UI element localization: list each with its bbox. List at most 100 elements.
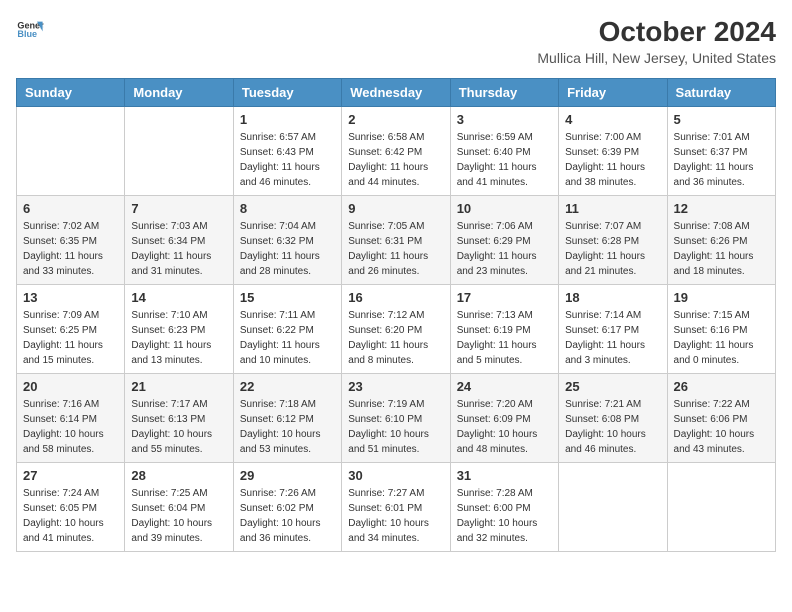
col-sunday: Sunday bbox=[17, 79, 125, 107]
day-number: 16 bbox=[348, 290, 443, 305]
day-info: Sunrise: 7:09 AMSunset: 6:25 PMDaylight:… bbox=[23, 308, 118, 368]
day-number: 5 bbox=[674, 112, 769, 127]
table-row: 24 Sunrise: 7:20 AMSunset: 6:09 PMDaylig… bbox=[450, 374, 558, 463]
day-info: Sunrise: 7:26 AMSunset: 6:02 PMDaylight:… bbox=[240, 486, 335, 546]
title-section: October 2024 Mullica Hill, New Jersey, U… bbox=[537, 16, 776, 66]
table-row: 11 Sunrise: 7:07 AMSunset: 6:28 PMDaylig… bbox=[559, 196, 667, 285]
day-number: 31 bbox=[457, 468, 552, 483]
table-row: 18 Sunrise: 7:14 AMSunset: 6:17 PMDaylig… bbox=[559, 285, 667, 374]
calendar-week-row: 20 Sunrise: 7:16 AMSunset: 6:14 PMDaylig… bbox=[17, 374, 776, 463]
day-number: 2 bbox=[348, 112, 443, 127]
day-info: Sunrise: 6:58 AMSunset: 6:42 PMDaylight:… bbox=[348, 130, 443, 190]
col-friday: Friday bbox=[559, 79, 667, 107]
day-info: Sunrise: 7:04 AMSunset: 6:32 PMDaylight:… bbox=[240, 219, 335, 279]
location: Mullica Hill, New Jersey, United States bbox=[537, 50, 776, 66]
day-info: Sunrise: 7:22 AMSunset: 6:06 PMDaylight:… bbox=[674, 397, 769, 457]
month-title: October 2024 bbox=[537, 16, 776, 48]
day-number: 21 bbox=[131, 379, 226, 394]
table-row: 15 Sunrise: 7:11 AMSunset: 6:22 PMDaylig… bbox=[233, 285, 341, 374]
table-row: 16 Sunrise: 7:12 AMSunset: 6:20 PMDaylig… bbox=[342, 285, 450, 374]
table-row: 29 Sunrise: 7:26 AMSunset: 6:02 PMDaylig… bbox=[233, 463, 341, 552]
table-row: 17 Sunrise: 7:13 AMSunset: 6:19 PMDaylig… bbox=[450, 285, 558, 374]
day-number: 17 bbox=[457, 290, 552, 305]
table-row: 25 Sunrise: 7:21 AMSunset: 6:08 PMDaylig… bbox=[559, 374, 667, 463]
day-number: 18 bbox=[565, 290, 660, 305]
svg-text:Blue: Blue bbox=[17, 29, 37, 39]
table-row: 8 Sunrise: 7:04 AMSunset: 6:32 PMDayligh… bbox=[233, 196, 341, 285]
col-saturday: Saturday bbox=[667, 79, 775, 107]
table-row: 21 Sunrise: 7:17 AMSunset: 6:13 PMDaylig… bbox=[125, 374, 233, 463]
table-row bbox=[17, 107, 125, 196]
day-info: Sunrise: 7:18 AMSunset: 6:12 PMDaylight:… bbox=[240, 397, 335, 457]
page-header: General Blue October 2024 Mullica Hill, … bbox=[16, 16, 776, 66]
day-number: 1 bbox=[240, 112, 335, 127]
calendar-week-row: 1 Sunrise: 6:57 AMSunset: 6:43 PMDayligh… bbox=[17, 107, 776, 196]
table-row: 4 Sunrise: 7:00 AMSunset: 6:39 PMDayligh… bbox=[559, 107, 667, 196]
col-wednesday: Wednesday bbox=[342, 79, 450, 107]
day-number: 7 bbox=[131, 201, 226, 216]
day-info: Sunrise: 7:28 AMSunset: 6:00 PMDaylight:… bbox=[457, 486, 552, 546]
calendar-header-row: Sunday Monday Tuesday Wednesday Thursday… bbox=[17, 79, 776, 107]
day-number: 8 bbox=[240, 201, 335, 216]
table-row: 13 Sunrise: 7:09 AMSunset: 6:25 PMDaylig… bbox=[17, 285, 125, 374]
day-info: Sunrise: 7:17 AMSunset: 6:13 PMDaylight:… bbox=[131, 397, 226, 457]
table-row: 30 Sunrise: 7:27 AMSunset: 6:01 PMDaylig… bbox=[342, 463, 450, 552]
day-number: 23 bbox=[348, 379, 443, 394]
day-info: Sunrise: 7:05 AMSunset: 6:31 PMDaylight:… bbox=[348, 219, 443, 279]
table-row: 12 Sunrise: 7:08 AMSunset: 6:26 PMDaylig… bbox=[667, 196, 775, 285]
day-info: Sunrise: 7:20 AMSunset: 6:09 PMDaylight:… bbox=[457, 397, 552, 457]
table-row: 22 Sunrise: 7:18 AMSunset: 6:12 PMDaylig… bbox=[233, 374, 341, 463]
day-number: 11 bbox=[565, 201, 660, 216]
table-row: 31 Sunrise: 7:28 AMSunset: 6:00 PMDaylig… bbox=[450, 463, 558, 552]
day-number: 10 bbox=[457, 201, 552, 216]
day-info: Sunrise: 7:24 AMSunset: 6:05 PMDaylight:… bbox=[23, 486, 118, 546]
day-number: 14 bbox=[131, 290, 226, 305]
table-row: 3 Sunrise: 6:59 AMSunset: 6:40 PMDayligh… bbox=[450, 107, 558, 196]
table-row bbox=[559, 463, 667, 552]
day-number: 22 bbox=[240, 379, 335, 394]
day-number: 13 bbox=[23, 290, 118, 305]
day-number: 12 bbox=[674, 201, 769, 216]
table-row: 9 Sunrise: 7:05 AMSunset: 6:31 PMDayligh… bbox=[342, 196, 450, 285]
day-number: 20 bbox=[23, 379, 118, 394]
day-number: 15 bbox=[240, 290, 335, 305]
day-info: Sunrise: 7:14 AMSunset: 6:17 PMDaylight:… bbox=[565, 308, 660, 368]
logo-icon: General Blue bbox=[16, 16, 44, 44]
day-number: 9 bbox=[348, 201, 443, 216]
table-row: 28 Sunrise: 7:25 AMSunset: 6:04 PMDaylig… bbox=[125, 463, 233, 552]
table-row: 14 Sunrise: 7:10 AMSunset: 6:23 PMDaylig… bbox=[125, 285, 233, 374]
day-info: Sunrise: 7:07 AMSunset: 6:28 PMDaylight:… bbox=[565, 219, 660, 279]
day-info: Sunrise: 7:16 AMSunset: 6:14 PMDaylight:… bbox=[23, 397, 118, 457]
day-info: Sunrise: 7:11 AMSunset: 6:22 PMDaylight:… bbox=[240, 308, 335, 368]
table-row: 6 Sunrise: 7:02 AMSunset: 6:35 PMDayligh… bbox=[17, 196, 125, 285]
col-thursday: Thursday bbox=[450, 79, 558, 107]
day-info: Sunrise: 7:25 AMSunset: 6:04 PMDaylight:… bbox=[131, 486, 226, 546]
table-row: 20 Sunrise: 7:16 AMSunset: 6:14 PMDaylig… bbox=[17, 374, 125, 463]
day-info: Sunrise: 7:10 AMSunset: 6:23 PMDaylight:… bbox=[131, 308, 226, 368]
table-row bbox=[667, 463, 775, 552]
day-number: 4 bbox=[565, 112, 660, 127]
table-row: 23 Sunrise: 7:19 AMSunset: 6:10 PMDaylig… bbox=[342, 374, 450, 463]
table-row: 1 Sunrise: 6:57 AMSunset: 6:43 PMDayligh… bbox=[233, 107, 341, 196]
table-row: 26 Sunrise: 7:22 AMSunset: 6:06 PMDaylig… bbox=[667, 374, 775, 463]
day-number: 29 bbox=[240, 468, 335, 483]
day-info: Sunrise: 7:13 AMSunset: 6:19 PMDaylight:… bbox=[457, 308, 552, 368]
table-row bbox=[125, 107, 233, 196]
table-row: 5 Sunrise: 7:01 AMSunset: 6:37 PMDayligh… bbox=[667, 107, 775, 196]
day-info: Sunrise: 6:57 AMSunset: 6:43 PMDaylight:… bbox=[240, 130, 335, 190]
day-info: Sunrise: 7:27 AMSunset: 6:01 PMDaylight:… bbox=[348, 486, 443, 546]
day-number: 28 bbox=[131, 468, 226, 483]
calendar-week-row: 13 Sunrise: 7:09 AMSunset: 6:25 PMDaylig… bbox=[17, 285, 776, 374]
day-info: Sunrise: 6:59 AMSunset: 6:40 PMDaylight:… bbox=[457, 130, 552, 190]
day-info: Sunrise: 7:19 AMSunset: 6:10 PMDaylight:… bbox=[348, 397, 443, 457]
day-info: Sunrise: 7:21 AMSunset: 6:08 PMDaylight:… bbox=[565, 397, 660, 457]
day-number: 30 bbox=[348, 468, 443, 483]
col-monday: Monday bbox=[125, 79, 233, 107]
day-info: Sunrise: 7:12 AMSunset: 6:20 PMDaylight:… bbox=[348, 308, 443, 368]
calendar-table: Sunday Monday Tuesday Wednesday Thursday… bbox=[16, 78, 776, 552]
table-row: 7 Sunrise: 7:03 AMSunset: 6:34 PMDayligh… bbox=[125, 196, 233, 285]
day-info: Sunrise: 7:03 AMSunset: 6:34 PMDaylight:… bbox=[131, 219, 226, 279]
day-number: 26 bbox=[674, 379, 769, 394]
day-info: Sunrise: 7:00 AMSunset: 6:39 PMDaylight:… bbox=[565, 130, 660, 190]
day-number: 25 bbox=[565, 379, 660, 394]
